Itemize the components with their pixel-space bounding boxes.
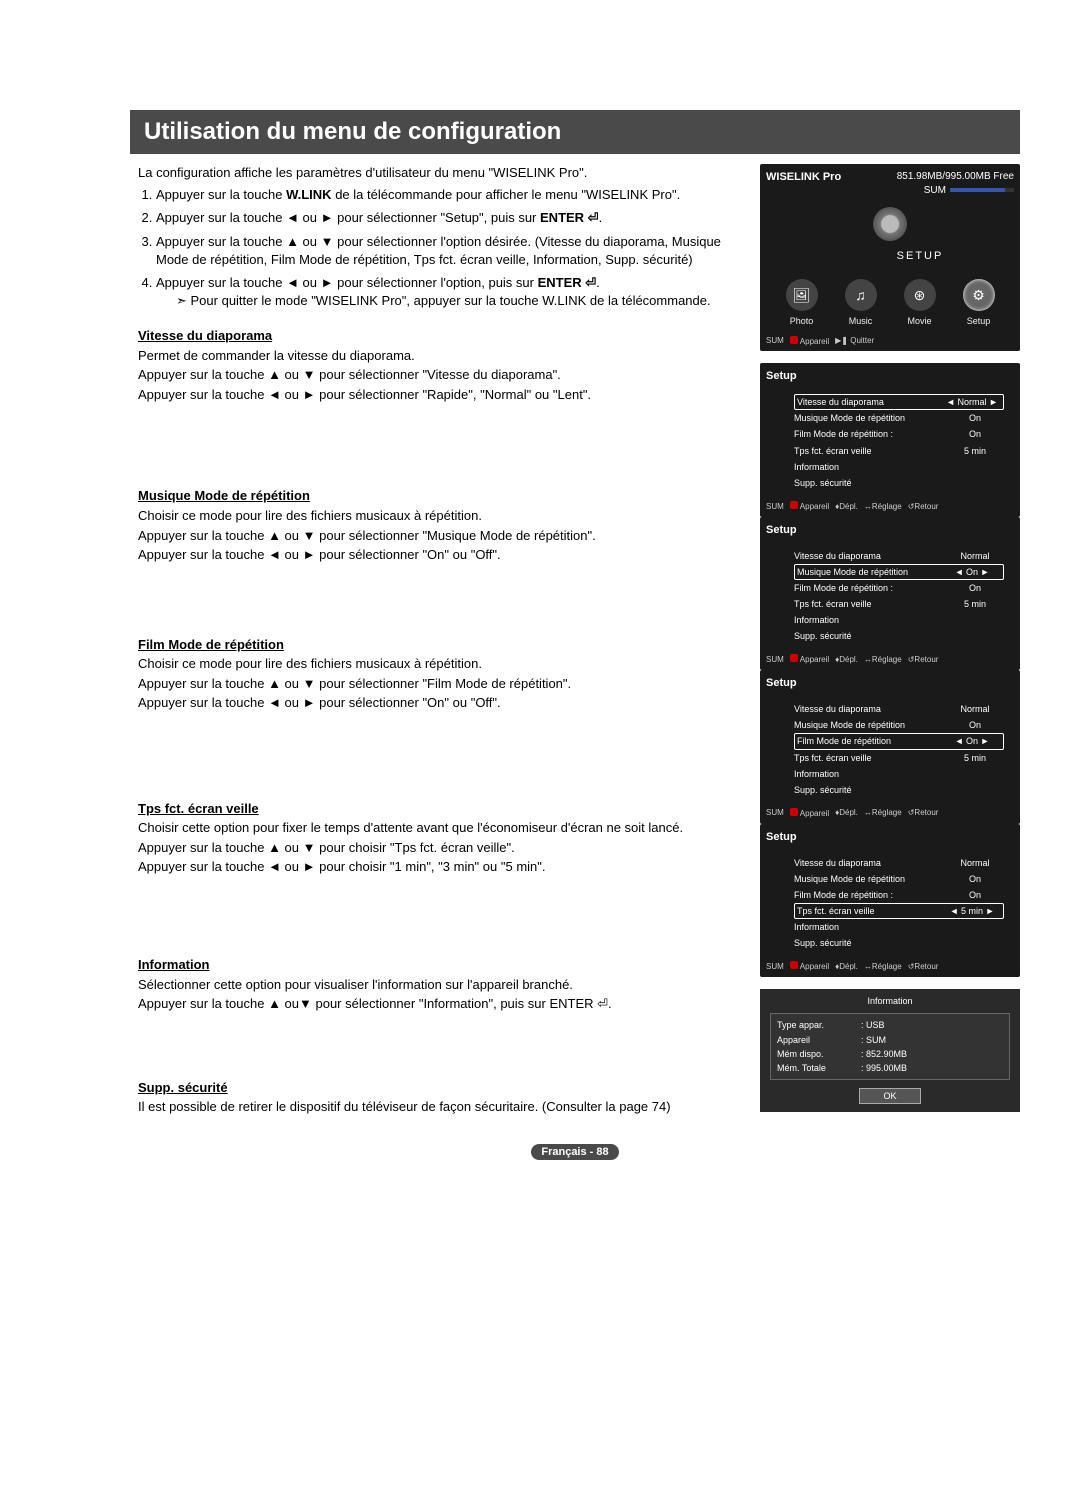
step-4: Appuyer sur la touche ◄ ou ► pour sélect… (156, 274, 740, 309)
setup-row[interactable]: Vitesse du diaporamaNormal (794, 855, 1004, 871)
page-title: Utilisation du menu de configuration (130, 110, 1020, 154)
step-2: Appuyer sur la touche ◄ ou ► pour sélect… (156, 209, 740, 227)
wiselink-panel: WISELINK Pro 851.98MB/995.00MB Free SUM … (760, 164, 1020, 351)
setup-panel-title: Setup (766, 369, 1014, 384)
setup-icon: ⚙ (963, 279, 995, 311)
red-button-icon (790, 336, 798, 344)
section-heading-supp: Supp. sécurité (138, 1079, 740, 1097)
setup-row[interactable]: Information (794, 612, 1004, 628)
section-heading-musique: Musique Mode de répétition (138, 487, 740, 505)
intro-text: La configuration affiche les paramètres … (138, 164, 740, 182)
setup-row[interactable]: Vitesse du diaporamaNormal (794, 548, 1004, 564)
setup-row[interactable]: Musique Mode de répétitionOn (794, 717, 1004, 733)
setup-row[interactable]: Film Mode de répétition :On (794, 580, 1004, 596)
setup-row[interactable]: Tps fct. écran veille5 min (794, 750, 1004, 766)
hub-photo[interactable]: 🖼Photo (779, 279, 825, 327)
setup-row[interactable]: Tps fct. écran veille5 min (794, 596, 1004, 612)
main-text: La configuration affiche les paramètres … (130, 164, 740, 1117)
info-title: Information (770, 995, 1010, 1007)
setup-footer: SUMAppareil♦Dépl.↔Réglage↺Retour (766, 501, 1014, 513)
setup-panel-title: Setup (766, 830, 1014, 845)
setup-panel: Setup Vitesse du diaporamaNormalMusique M… (760, 670, 1020, 823)
setup-row[interactable]: Supp. sécurité (794, 475, 1004, 491)
setup-row[interactable]: Information (794, 766, 1004, 782)
gear-icon (873, 207, 907, 241)
setup-row[interactable]: Vitesse du diaporamaNormal (794, 701, 1004, 717)
step-3: Appuyer sur la touche ▲ ou ▼ pour sélect… (156, 233, 740, 268)
page-number: Français - 88 (130, 1142, 1020, 1160)
hub-movie[interactable]: ⊛Movie (897, 279, 943, 327)
storage-meter (950, 188, 1014, 192)
setup-row[interactable]: Information (794, 919, 1004, 935)
setup-row[interactable]: Film Mode de répétition :On (794, 887, 1004, 903)
wiselink-free: 851.98MB/995.00MB Free (897, 171, 1014, 182)
setup-panel-title: Setup (766, 523, 1014, 538)
music-icon: ♫ (845, 279, 877, 311)
setup-row[interactable]: Tps fct. écran veille5 min (794, 903, 1004, 919)
setup-panel: Setup Vitesse du diaporamaNormalMusique M… (760, 824, 1020, 977)
setup-footer: SUMAppareil♦Dépl.↔Réglage↺Retour (766, 654, 1014, 666)
hub-setup[interactable]: ⚙Setup (956, 279, 1002, 327)
setup-row[interactable]: Supp. sécurité (794, 782, 1004, 798)
section-heading-vitesse: Vitesse du diaporama (138, 327, 740, 345)
section-heading-film: Film Mode de répétition (138, 636, 740, 654)
step-1: Appuyer sur la touche W.LINK de la téléc… (156, 186, 740, 204)
setup-row[interactable]: Musique Mode de répétitionOn (794, 871, 1004, 887)
information-panel: Information Type appar.: USB Appareil: S… (760, 989, 1020, 1112)
setup-panel-title: Setup (766, 676, 1014, 691)
setup-panel: Setup Vitesse du diaporamaNormalMusique M… (760, 363, 1020, 516)
setup-row[interactable]: Film Mode de répétition :On (794, 426, 1004, 442)
setup-row[interactable]: Musique Mode de répétitionOn (794, 564, 1004, 580)
setup-row[interactable]: Information (794, 459, 1004, 475)
setup-row[interactable]: Tps fct. écran veille5 min (794, 443, 1004, 459)
movie-icon: ⊛ (904, 279, 936, 311)
ok-button[interactable]: OK (859, 1088, 921, 1104)
setup-row[interactable]: Film Mode de répétitionOn (794, 733, 1004, 749)
section-heading-tps: Tps fct. écran veille (138, 800, 740, 818)
setup-panel: Setup Vitesse du diaporamaNormalMusique M… (760, 517, 1020, 670)
setup-footer: SUMAppareil♦Dépl.↔Réglage↺Retour (766, 961, 1014, 973)
setup-row[interactable]: Supp. sécurité (794, 628, 1004, 644)
setup-row[interactable]: Vitesse du diaporamaNormal (794, 394, 1004, 410)
photo-icon: 🖼 (786, 279, 818, 311)
hub-music[interactable]: ♫Music (838, 279, 884, 327)
setup-label: SETUP (826, 249, 1014, 264)
steps-list: Appuyer sur la touche W.LINK de la téléc… (156, 186, 740, 309)
wiselink-brand: WISELINK Pro (766, 171, 841, 183)
section-heading-info: Information (138, 956, 740, 974)
setup-row[interactable]: Musique Mode de répétitionOn (794, 410, 1004, 426)
setup-row[interactable]: Supp. sécurité (794, 935, 1004, 951)
setup-footer: SUMAppareil♦Dépl.↔Réglage↺Retour (766, 808, 1014, 820)
